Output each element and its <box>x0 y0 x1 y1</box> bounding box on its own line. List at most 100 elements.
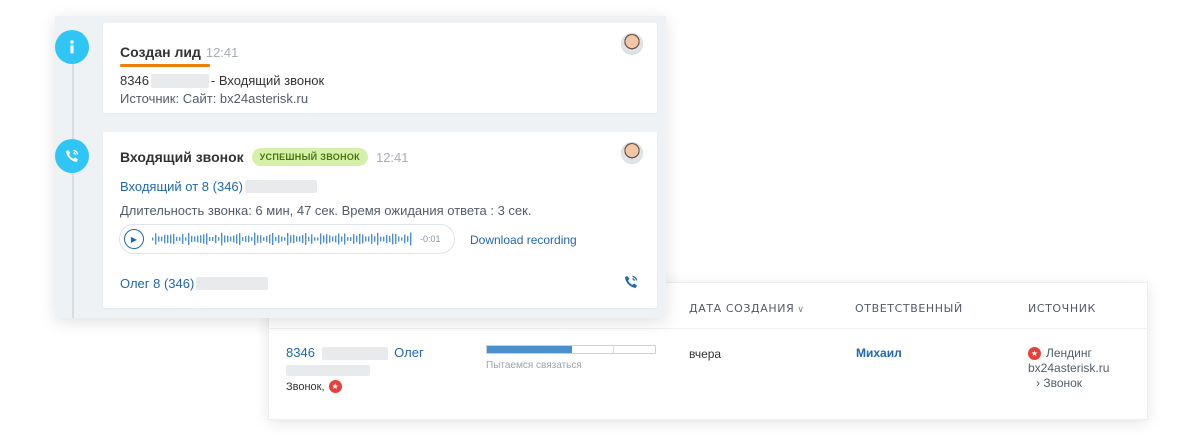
waveform-bar <box>164 234 166 244</box>
waveform[interactable] <box>152 232 414 246</box>
column-header-source[interactable]: ИСТОЧНИК <box>1028 302 1096 315</box>
waveform-bar <box>254 232 256 246</box>
timeline-panel: Создан лид 12:41 8346 - Входящий звонок И… <box>55 16 666 318</box>
player-time: -0:01 <box>420 234 441 244</box>
waveform-bar <box>284 237 286 241</box>
waveform-bar <box>410 232 412 246</box>
waveform-bar <box>317 237 319 241</box>
waveform-bar <box>305 233 307 245</box>
column-header-created[interactable]: ДАТА СОЗДАНИЯ ∨ <box>689 302 805 315</box>
waveform-bar <box>329 235 331 243</box>
waveform-bar <box>185 237 187 241</box>
chevron-right-icon: › <box>1036 376 1040 390</box>
waveform-bar <box>260 235 262 243</box>
waveform-bar <box>383 236 385 242</box>
waveform-bar <box>218 237 220 241</box>
lead-created-label: Создан лид <box>120 44 201 60</box>
waveform-bar <box>245 236 247 242</box>
waveform-bar <box>182 234 184 244</box>
waveform-bar <box>266 236 268 242</box>
phone-icon[interactable] <box>623 274 639 295</box>
waveform-bar <box>233 235 235 243</box>
waveform-bar <box>371 234 373 244</box>
waveform-bar <box>230 236 232 242</box>
star-icon: ★ <box>1028 347 1041 360</box>
waveform-bar <box>407 236 409 242</box>
waveform-bar <box>392 233 394 245</box>
waveform-bar <box>308 236 310 242</box>
lead-phone-prefix: 8346 <box>120 73 149 88</box>
stage-segment <box>614 346 655 353</box>
waveform-bar <box>359 233 361 245</box>
waveform-bar <box>350 237 352 241</box>
title-underline <box>120 64 210 67</box>
waveform-bar <box>263 237 265 241</box>
download-recording-link[interactable]: Download recording <box>470 233 577 247</box>
phone-icon <box>55 139 89 173</box>
waveform-bar <box>353 234 355 244</box>
waveform-bar <box>338 233 340 245</box>
info-icon <box>55 30 89 64</box>
waveform-bar <box>269 234 271 244</box>
avatar[interactable] <box>621 142 643 164</box>
waveform-bar <box>332 236 334 242</box>
waveform-bar <box>311 234 313 244</box>
waveform-bar <box>176 236 178 242</box>
stage-segment <box>529 346 572 353</box>
waveform-bar <box>314 237 316 241</box>
redacted-phone <box>196 277 269 290</box>
created-date: вчера <box>689 347 722 361</box>
lead-title-link[interactable]: 8346 Олег <box>286 345 424 376</box>
source-name: Лендинг <box>1046 346 1092 360</box>
waveform-bar <box>356 235 358 243</box>
waveform-bar <box>362 234 364 244</box>
waveform-bar <box>395 233 397 245</box>
stage-bar <box>486 345 656 354</box>
call-title: Входящий звонок УСПЕШНЫЙ ЗВОНОК 12:41 <box>120 148 409 166</box>
waveform-bar <box>242 236 244 242</box>
waveform-bar <box>290 235 292 243</box>
waveform-bar <box>347 237 349 241</box>
responsible-link[interactable]: Михаил <box>856 346 902 360</box>
waveform-bar <box>341 236 343 242</box>
incoming-call-card: Входящий звонок УСПЕШНЫЙ ЗВОНОК 12:41 Вх… <box>103 132 657 308</box>
lead-sub: Звонок, ★ <box>286 380 342 393</box>
waveform-bar <box>404 234 406 244</box>
waveform-bar <box>200 235 202 243</box>
waveform-bar <box>158 236 160 242</box>
lead-call-label: - Входящий звонок <box>210 73 325 88</box>
waveform-bar <box>179 237 181 241</box>
event-time: 12:41 <box>375 149 409 165</box>
column-header-responsible[interactable]: ОТВЕТСТВЕННЫЙ <box>855 302 963 315</box>
lead-created-title: Создан лид 12:41 <box>120 44 238 67</box>
redacted-phone <box>321 347 388 361</box>
waveform-bar <box>236 234 238 244</box>
waveform-bar <box>203 234 205 244</box>
waveform-bar <box>251 237 253 241</box>
waveform-bar <box>167 234 169 244</box>
contact-link[interactable]: Олег 8 (346) <box>120 276 269 291</box>
waveform-bar <box>170 234 172 244</box>
waveform-bar <box>215 234 217 244</box>
waveform-bar <box>287 232 289 246</box>
incoming-call-link[interactable]: Входящий от 8 (346) <box>120 179 317 194</box>
waveform-bar <box>281 236 283 242</box>
waveform-bar <box>257 235 259 243</box>
waveform-bar <box>398 236 400 242</box>
waveform-bar <box>377 232 379 246</box>
play-icon[interactable]: ▶ <box>124 229 144 249</box>
avatar[interactable] <box>621 33 643 55</box>
lead-call-line: 8346 - Входящий звонок <box>120 73 324 88</box>
chevron-down-icon: ∨ <box>797 305 805 315</box>
waveform-bar <box>173 233 175 245</box>
stage-progress[interactable]: Пытаемся связаться <box>486 345 656 371</box>
waveform-bar <box>296 236 298 242</box>
star-icon: ★ <box>328 380 342 393</box>
lead-sub-label: Звонок, <box>286 380 325 393</box>
waveform-bar <box>386 235 388 243</box>
waveform-bar <box>380 236 382 242</box>
waveform-bar <box>272 232 274 246</box>
source-channel-label: Звонок <box>1043 376 1083 390</box>
lead-source-line: Источник: Сайт: bx24asterisk.ru <box>120 91 309 106</box>
audio-player[interactable]: ▶ -0:01 <box>119 224 455 254</box>
